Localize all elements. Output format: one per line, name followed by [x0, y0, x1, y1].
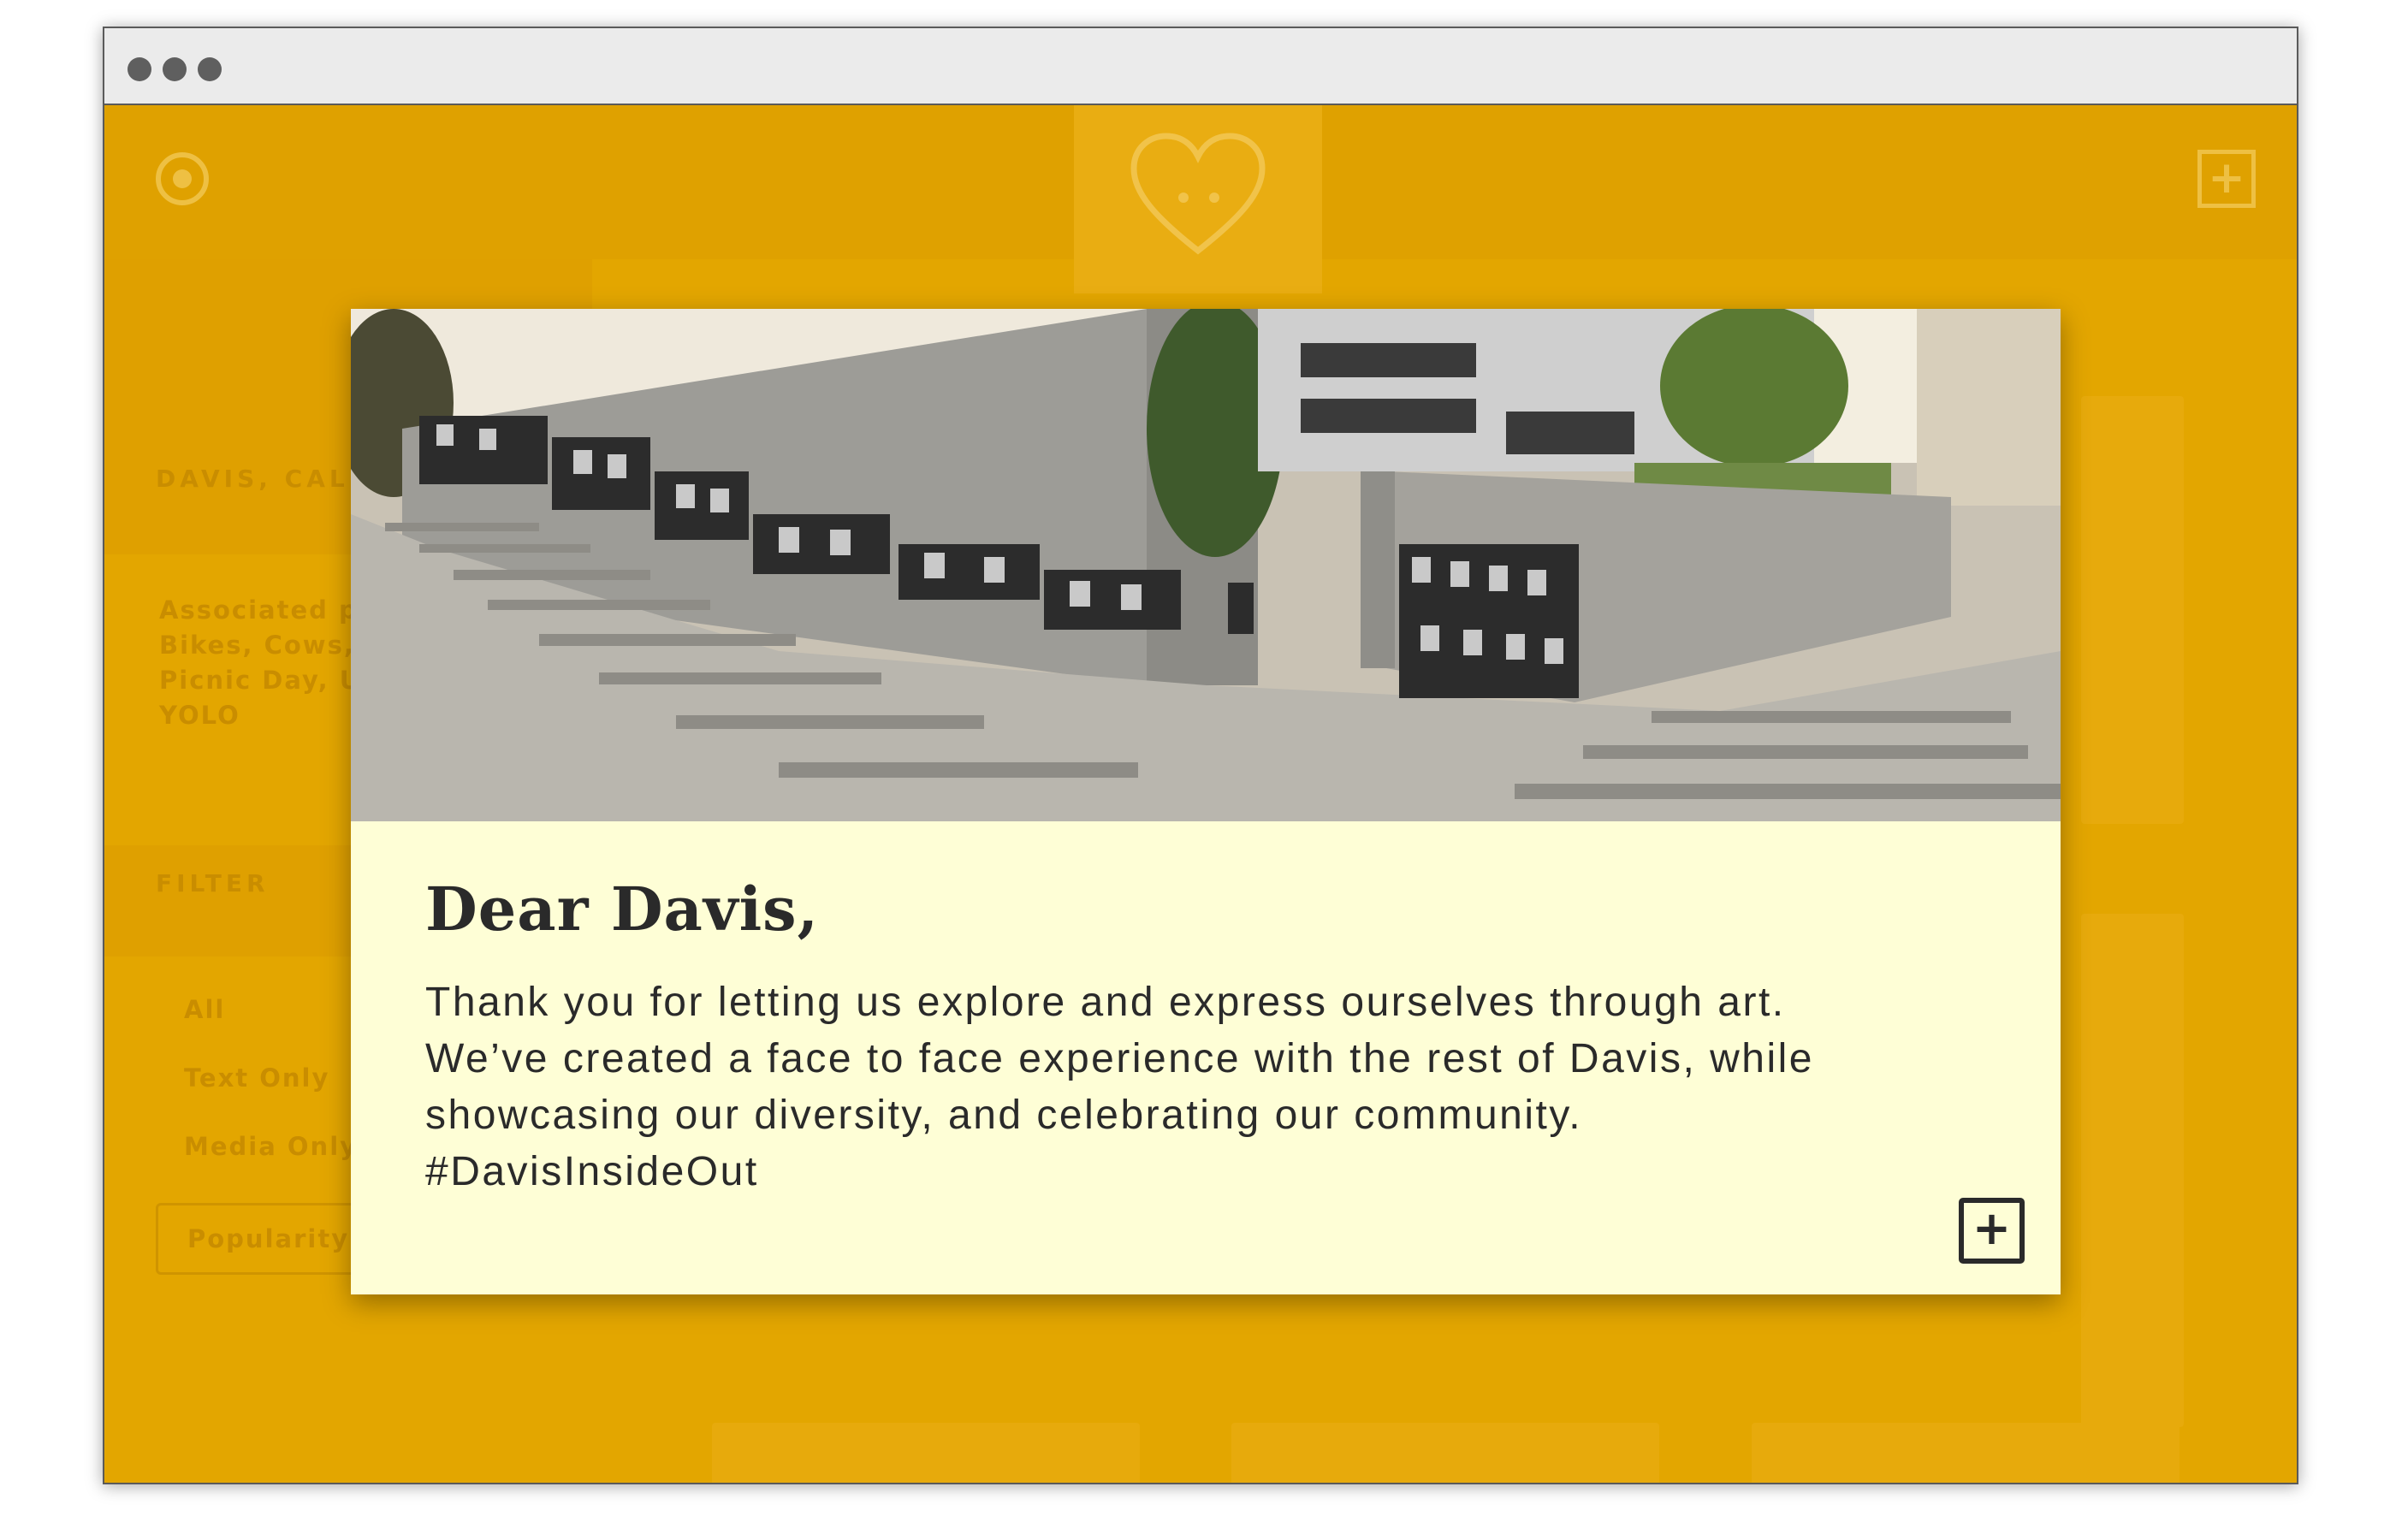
associated-line: YOLO [159, 701, 240, 730]
post-card[interactable] [712, 1423, 1140, 1483]
filter-text-only[interactable]: Text Only [184, 1063, 329, 1093]
post-modal: Dear Davis, Thank you for letting us exp… [351, 309, 2061, 1294]
plus-square-icon[interactable]: + [1959, 1198, 2025, 1264]
filter-all[interactable]: All [184, 995, 225, 1024]
plus-square-icon[interactable]: + [2197, 150, 2256, 208]
post-card[interactable] [2081, 914, 2184, 1427]
associated-line: Associated p [159, 595, 359, 625]
associated-line: Picnic Day, U [159, 666, 362, 695]
browser-titlebar [104, 28, 2297, 105]
post-photo [351, 309, 2061, 821]
post-card[interactable] [1231, 1423, 1659, 1483]
filter-title: FILTER [156, 869, 270, 897]
minimize-window-button[interactable] [163, 57, 187, 81]
target-icon[interactable] [156, 152, 209, 205]
location-title: DAVIS, CALI [156, 465, 363, 493]
heart-icon [1130, 133, 1266, 255]
post-card[interactable] [2081, 396, 2184, 824]
logo-stamp[interactable] [1074, 105, 1322, 293]
post-title: Dear Davis, [425, 874, 819, 945]
filter-media-only[interactable]: Media Only [184, 1132, 358, 1161]
post-body: Thank you for letting us explore and exp… [425, 980, 1814, 1194]
zoom-window-button[interactable] [198, 57, 222, 81]
associated-tags: Associated p Bikes, Cows, Picnic Day, U … [159, 593, 361, 733]
close-window-button[interactable] [128, 57, 151, 81]
post-card[interactable] [1752, 1423, 2180, 1483]
associated-line: Bikes, Cows, [159, 631, 355, 660]
